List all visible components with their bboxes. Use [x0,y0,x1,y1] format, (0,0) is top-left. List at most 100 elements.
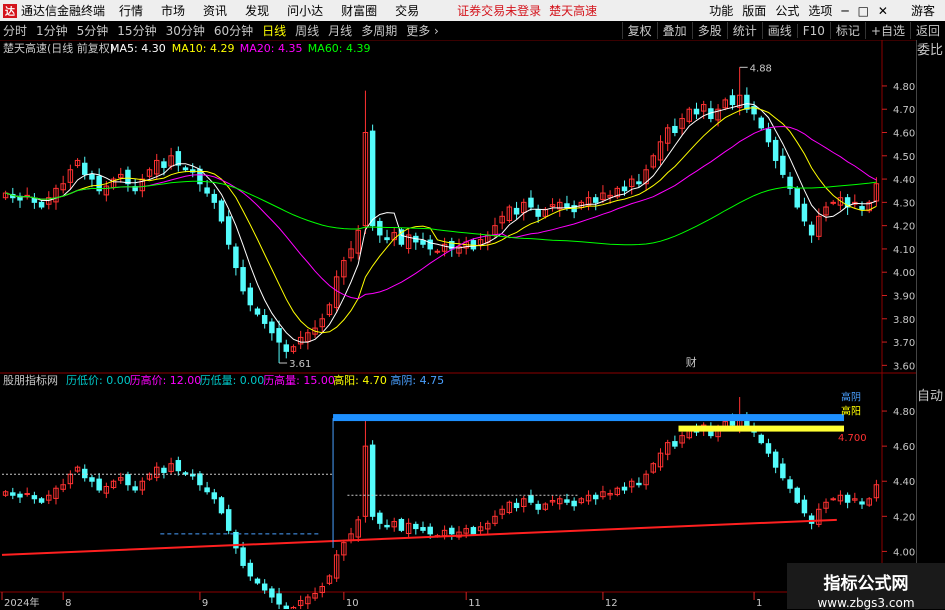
period-9[interactable]: 多周期 [361,22,397,39]
menu-item-trade[interactable]: 交易 [395,2,419,19]
sub-candle-body [808,515,815,524]
ma-label-2: MA20: 4.35 [240,42,303,55]
xtick-label-6: 1 [756,598,762,609]
sub-candle-body [794,487,800,503]
site-watermark: 指标公式网 www.zbgs3.com [787,563,945,610]
sub-candle-body [82,468,88,479]
period-10[interactable]: 更多 › [406,22,439,39]
menu-item-news[interactable]: 资讯 [203,2,227,19]
candle-body [434,250,441,253]
candle-body [204,187,210,194]
low-label: 3.61 [289,359,311,370]
sub-candle-body [197,473,203,486]
menu-item-market[interactable]: 市场 [161,2,185,19]
period-4[interactable]: 30分钟 [166,22,205,39]
high-yang-band [678,425,845,432]
sub-candle-body [528,495,534,503]
toolbar-1[interactable]: 叠加 [656,22,692,39]
sub-candle-body [765,443,772,454]
xtick-label-4: 11 [468,598,481,609]
high-yin-band [333,414,845,422]
toolbar-8[interactable]: 返回 [909,22,945,39]
toolbar-5[interactable]: F10 [796,23,830,38]
sub-label-5: 高阴: 4.75 [390,373,444,387]
sub-candle-body [254,578,261,584]
sub-candle-body [621,486,628,491]
candle-body [254,308,261,315]
menu-options[interactable]: 选项 [808,2,832,19]
toolbar-2[interactable]: 多股 [691,22,727,39]
toolbar-0[interactable]: 复权 [621,22,657,39]
tag-high-yin: 高阴 [841,391,861,404]
ytick-label-11: 3.70 [893,338,915,349]
period-6[interactable]: 日线 [262,22,286,39]
menu-function[interactable]: 功能 [709,2,733,19]
candle-body [672,125,678,134]
sub-candle-body [844,494,851,503]
ytick-label-8: 4.00 [893,268,915,279]
sub-candle-body [449,527,455,535]
sub-candle-body [225,509,232,531]
candle-body [758,117,764,129]
maximize-button[interactable]: □ [858,4,869,18]
ma-label-0: MA5: 4.30 [110,42,166,55]
menu-item-wealth-circle[interactable]: 财富圈 [341,2,377,19]
sub-candle-body [218,497,225,514]
toolbar-4[interactable]: 画线 [761,22,797,39]
candle-body [636,181,642,185]
ytick-label-4: 4.40 [893,175,915,186]
period-3[interactable]: 15分钟 [117,22,156,39]
toolbar-7[interactable]: +自选 [864,22,910,39]
menu-formula[interactable]: 公式 [775,2,799,19]
ma20-line [5,125,877,300]
guest-label[interactable]: 游客 [911,2,935,19]
menu-item-discover[interactable]: 发现 [245,2,269,19]
sub-candle-body [780,463,786,479]
tag-high-yang: 高阳 [841,405,861,418]
main-title: 楚天高速(日线 前复权) [3,41,114,55]
candle-body [513,207,520,215]
sub-label-3: 历高量: 15.00 [263,373,335,387]
candle-body [564,203,570,208]
sub-candle-body [276,593,282,605]
close-button[interactable]: ✕ [878,4,888,18]
sub-label-1: 历高价: 12.00 [130,373,202,387]
menu-item-ask[interactable]: 问小达 [287,2,323,19]
candle-body [89,173,95,180]
candle-body [211,193,218,203]
sub-candle-body [801,499,808,514]
candle-body [369,130,376,227]
candle-body [765,128,772,143]
sub-candle-body [132,486,138,491]
toolbar-3[interactable]: 统计 [726,22,762,39]
candle-body [175,151,182,166]
trade-login-warning[interactable]: 证券交易未登录 [457,2,541,19]
xtick-label-5: 12 [605,598,618,609]
ytick-label-5: 4.30 [893,198,915,209]
sub-candle-body [240,547,246,566]
sub-candle-body [636,482,642,486]
menu-item-quotes[interactable]: 行情 [119,2,143,19]
period-8[interactable]: 月线 [328,22,352,39]
ytick-label-6: 4.20 [893,222,915,233]
sub-candle-body [24,493,30,496]
sub-candle-body [384,524,390,528]
sub-candle-body [513,502,520,509]
quote-side-panel: 委比卖五卖四卖三卖二卖一买一买二买三买四买五现价涨跌涨幅总量外盘换手净资收益 自… [916,40,945,600]
period-0[interactable]: 分时 [3,22,27,39]
ma-label-1: MA10: 4.29 [172,42,235,55]
period-7[interactable]: 周线 [295,22,319,39]
period-5[interactable]: 60分钟 [214,22,253,39]
sub-ytick-label-0: 4.80 [893,407,915,418]
minimize-button[interactable]: ─ [841,4,848,18]
app-logo-icon: 达 [3,3,17,18]
candle-body [780,155,786,175]
kline-chart[interactable]: 楚天高速(日线 前复权)MA5: 4.30 MA10: 4.29 MA20: 4.3… [0,40,916,609]
candle-body [772,139,779,161]
xtick-label-0: 2024年 [4,596,39,609]
menu-layout[interactable]: 版面 [742,2,766,19]
period-2[interactable]: 5分钟 [77,22,109,39]
sub-candle-body [398,518,405,531]
period-1[interactable]: 1分钟 [36,22,68,39]
toolbar-6[interactable]: 标记 [829,22,865,39]
